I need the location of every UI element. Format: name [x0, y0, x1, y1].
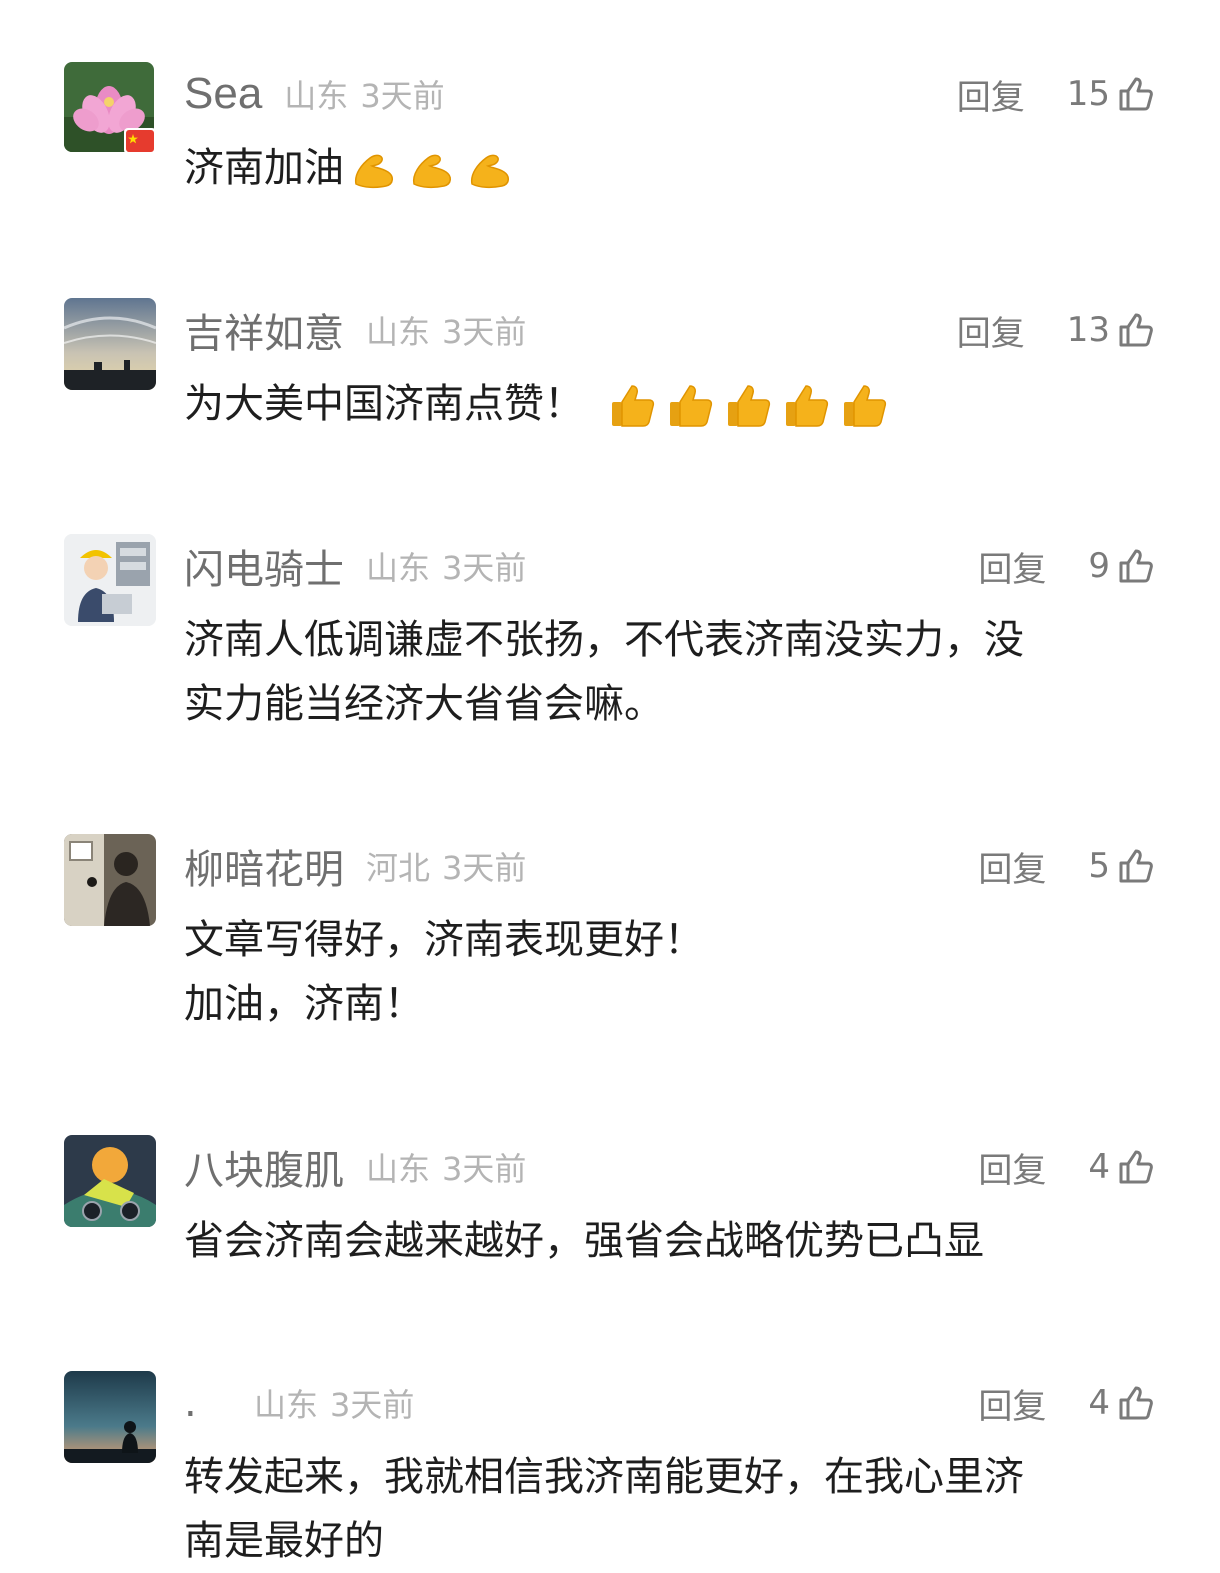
- thumbs-up-icon[interactable]: [1116, 846, 1156, 886]
- thumbs-up-emoji: [728, 385, 771, 427]
- thumbs-up-icon[interactable]: [1116, 310, 1156, 350]
- comment-actions: 回复 4: [978, 1139, 1156, 1195]
- nickname[interactable]: 八块腹肌: [184, 1138, 344, 1196]
- timestamp: 3天前: [442, 549, 527, 587]
- location: 山东: [254, 1386, 319, 1424]
- timestamp: 3天前: [360, 77, 445, 115]
- thumbs-up-emoji: [612, 385, 655, 427]
- flexed-biceps-icon: [354, 154, 393, 189]
- nickname[interactable]: .: [184, 1380, 232, 1426]
- comment-text-line: 南是最好的: [184, 1518, 384, 1564]
- flexed-biceps-icon: [470, 154, 509, 189]
- comment-meta: 山东 3天前: [254, 1380, 414, 1426]
- nickname[interactable]: 吉祥如意: [184, 301, 344, 359]
- emoji-group: [348, 144, 522, 196]
- comment-meta: 山东 3天前: [366, 1144, 526, 1190]
- thumbs-up-icon[interactable]: [1116, 1383, 1156, 1423]
- thumbs-up-icon[interactable]: [1116, 1147, 1156, 1187]
- comment-text-line: 加油，济南！: [184, 981, 424, 1027]
- comment-actions: 回复 15: [957, 66, 1156, 122]
- comment-text-line: 转发起来，我就相信我济南能更好，在我心里济: [184, 1454, 1024, 1500]
- thumbs-up-emoji: [844, 385, 887, 427]
- comment-text: 省会济南会越来越好，强省会战略优势已凸显: [184, 1209, 1154, 1273]
- reply-button[interactable]: 回复: [978, 842, 1046, 891]
- thumbs-up-emoji: [786, 385, 829, 427]
- comment-actions: 回复 5: [978, 838, 1156, 894]
- location: 山东: [366, 549, 431, 587]
- reply-button[interactable]: 回复: [957, 306, 1025, 355]
- comment-actions: 回复 13: [957, 302, 1156, 358]
- thumbs-up-icon[interactable]: [1116, 74, 1156, 114]
- person-photo-avatar[interactable]: [64, 834, 156, 926]
- comment-text: 文章写得好，济南表现更好！ 加油，济南！: [184, 908, 1154, 1036]
- comment-meta: 山东 3天前: [366, 543, 526, 589]
- like-count: 13: [1066, 310, 1110, 350]
- worker-cartoon-avatar[interactable]: [64, 534, 156, 626]
- timestamp: 3天前: [442, 313, 527, 351]
- comment-actions: 回复 4: [978, 1375, 1156, 1431]
- comment-text-content: 济南加油: [184, 145, 344, 191]
- comment-text-line: 济南人低调谦虚不张扬，不代表济南没实力，没: [184, 617, 1024, 663]
- comment-meta: 山东 3天前: [366, 307, 526, 353]
- comment-text-content: 为大美中国济南点赞！: [184, 381, 584, 427]
- comment-text: 济南人低调谦虚不张扬，不代表济南没实力，没 实力能当经济大省省会嘛。: [184, 608, 1154, 736]
- location: 河北: [366, 849, 431, 887]
- location: 山东: [284, 77, 349, 115]
- location: 山东: [366, 1150, 431, 1188]
- comment-text: 济南加油: [184, 136, 1154, 200]
- comment-meta: 山东 3天前: [284, 71, 444, 117]
- comment-text: 转发起来，我就相信我济南能更好，在我心里济 南是最好的: [184, 1445, 1154, 1573]
- comment-meta: 河北 3天前: [366, 843, 526, 889]
- sunset-sky-avatar[interactable]: [64, 298, 156, 390]
- comment-actions: 回复 9: [978, 538, 1156, 594]
- comment-text: 为大美中国济南点赞！: [184, 372, 1154, 436]
- reply-button[interactable]: 回复: [978, 1379, 1046, 1428]
- timestamp: 3天前: [442, 1150, 527, 1188]
- like-count: 5: [1088, 846, 1110, 886]
- timestamp: 3天前: [330, 1386, 415, 1424]
- nickname[interactable]: Sea: [184, 69, 262, 119]
- reply-button[interactable]: 回复: [957, 70, 1025, 119]
- like-count: 4: [1088, 1383, 1110, 1423]
- reply-button[interactable]: 回复: [978, 1143, 1046, 1192]
- emoji-group: [608, 380, 898, 432]
- comment-text-line: 省会济南会越来越好，强省会战略优势已凸显: [184, 1218, 984, 1264]
- china-flag-badge: [124, 128, 156, 154]
- game-art-avatar[interactable]: [64, 1135, 156, 1227]
- silhouette-sunset-avatar[interactable]: [64, 1371, 156, 1463]
- comment-text-line: 文章写得好，济南表现更好！: [184, 917, 704, 963]
- thumbs-up-icon[interactable]: [1116, 546, 1156, 586]
- like-count: 15: [1066, 74, 1110, 114]
- comment-text-line: 实力能当经济大省省会嘛。: [184, 681, 664, 727]
- like-count: 9: [1088, 546, 1110, 586]
- flexed-biceps-icon: [412, 154, 451, 189]
- nickname[interactable]: 闪电骑士: [184, 537, 344, 595]
- location: 山东: [366, 313, 431, 351]
- timestamp: 3天前: [442, 849, 527, 887]
- reply-button[interactable]: 回复: [978, 542, 1046, 591]
- nickname[interactable]: 柳暗花明: [184, 837, 344, 895]
- thumbs-up-emoji: [670, 385, 713, 427]
- like-count: 4: [1088, 1147, 1110, 1187]
